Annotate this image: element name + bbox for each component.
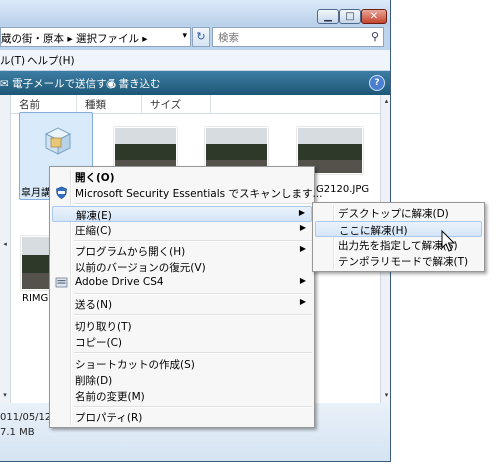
refresh-icon: ↻ xyxy=(196,30,206,43)
menu-separator xyxy=(74,314,312,316)
extract-submenu: デスクトップに解凍(D) ここに解凍(H) 出力先を指定して解凍(S) テンポラ… xyxy=(312,202,485,272)
shield-icon xyxy=(55,186,68,199)
menu-item-properties[interactable]: プロパティ(R) xyxy=(52,409,312,425)
menu-item-rename[interactable]: 名前の変更(M) xyxy=(52,388,312,404)
file-label: 皐月講 xyxy=(21,188,51,199)
menu-item-label: ショートカットの作成(S) xyxy=(75,359,195,371)
menu-item-scan[interactable]: Microsoft Security Essentials でスキャンします..… xyxy=(52,185,322,201)
menu-item-label: Microsoft Security Essentials でスキャンします..… xyxy=(75,188,323,200)
search-icon[interactable]: ⚲ xyxy=(371,30,379,43)
submenu-item-extract-temp[interactable]: テンポラリモードで解凍(T) xyxy=(315,253,482,269)
menu-item-label: Adobe Drive CS4 xyxy=(75,276,164,288)
file-label: G2120.JPG xyxy=(316,184,370,195)
email-button[interactable]: ✉ 電子メールで送信する xyxy=(0,76,117,91)
column-divider[interactable] xyxy=(141,95,142,113)
menu-item-label: テンポラリモードで解凍(T) xyxy=(338,256,469,268)
menu-item-label: デスクトップに解凍(D) xyxy=(338,208,449,220)
address-bar[interactable]: 蔵の街・原本 ▸ 選択ファイル ▸ ▾ xyxy=(0,27,191,47)
left-scrollbar[interactable]: ◂ ▾ xyxy=(0,95,11,403)
scroll-down-icon[interactable]: ▾ xyxy=(381,391,390,399)
minimize-icon: ▁ xyxy=(324,11,332,22)
maximize-button[interactable]: □ xyxy=(339,9,361,24)
refresh-button[interactable]: ↻ xyxy=(192,27,210,47)
scroll-left-icon[interactable]: ◂ xyxy=(0,240,10,248)
file-label: RIMG xyxy=(22,293,49,304)
menu-item-label: 名前の変更(M) xyxy=(75,391,145,403)
menu-item-label: プログラムから開く(H) xyxy=(75,246,186,258)
menu-item-adobe-drive[interactable]: Adobe Drive CS4 ▶ xyxy=(52,275,312,291)
menu-item-label: ここに解凍(H) xyxy=(339,225,408,237)
menu-help[interactable]: ヘルプ(H) xyxy=(27,53,75,68)
scroll-up-icon[interactable]: ▴ xyxy=(381,97,390,105)
chevron-down-icon[interactable]: ▾ xyxy=(182,31,187,41)
mouse-pointer-icon xyxy=(441,229,457,254)
column-divider[interactable] xyxy=(76,95,77,113)
photo-thumbnail[interactable] xyxy=(21,236,51,290)
menu-item-label: 削除(D) xyxy=(75,375,113,387)
menu-tools[interactable]: ル(T) xyxy=(0,53,25,68)
menu-item-label: 解凍(E) xyxy=(76,210,112,222)
file-date: 011/05/12 xyxy=(0,412,52,423)
menu-item-copy[interactable]: コピー(C) xyxy=(52,334,312,350)
submenu-arrow-icon: ▶ xyxy=(299,297,306,306)
help-icon[interactable]: ? xyxy=(369,75,385,91)
command-bar: ✉ 電子メールで送信する ◉ 書き込む ? xyxy=(0,71,390,95)
submenu-item-extract-desktop[interactable]: デスクトップに解凍(D) xyxy=(315,205,482,221)
submenu-arrow-icon: ▶ xyxy=(299,223,306,232)
menu-bar: ル(T) ヘルプ(H) xyxy=(0,50,390,71)
menu-separator xyxy=(74,406,312,408)
title-bar[interactable]: ▁ □ ✕ xyxy=(0,0,390,26)
column-size[interactable]: サイズ xyxy=(150,97,181,112)
menu-item-label: 切り取り(T) xyxy=(75,321,132,333)
column-type[interactable]: 種類 xyxy=(85,97,106,112)
search-input[interactable] xyxy=(216,30,368,46)
menu-separator xyxy=(74,240,312,242)
minimize-button[interactable]: ▁ xyxy=(317,9,339,24)
menu-item-cut[interactable]: 切り取り(T) xyxy=(52,318,312,334)
menu-item-label: プロパティ(R) xyxy=(75,412,143,424)
menu-item-compress[interactable]: 圧縮(C) ▶ xyxy=(52,222,312,238)
menu-item-create-shortcut[interactable]: ショートカットの作成(S) xyxy=(52,356,312,372)
disc-icon: ◉ xyxy=(106,78,119,90)
email-label: 電子メールで送信する xyxy=(12,78,118,90)
adobe-drive-icon xyxy=(55,276,68,289)
menu-item-open-with[interactable]: プログラムから開く(H) ▶ xyxy=(52,243,312,259)
menu-item-label: 圧縮(C) xyxy=(75,225,112,237)
menu-item-label: 送る(N) xyxy=(75,299,113,311)
close-icon: ✕ xyxy=(369,11,379,22)
menu-item-label: コピー(C) xyxy=(75,337,123,349)
menu-separator xyxy=(74,293,312,295)
file-size: 7.1 MB xyxy=(0,427,35,438)
submenu-arrow-icon: ▶ xyxy=(299,276,306,285)
menu-item-open[interactable]: 開く(O) xyxy=(52,169,312,185)
search-box[interactable]: ⚲ xyxy=(212,27,384,47)
maximize-icon: □ xyxy=(345,11,355,22)
menu-item-label: 出力先を指定して解凍(S) xyxy=(338,240,458,252)
burn-label: 書き込む xyxy=(118,78,161,90)
breadcrumb[interactable]: 蔵の街・原本 ▸ 選択ファイル ▸ xyxy=(1,31,148,46)
email-icon: ✉ xyxy=(0,78,13,90)
submenu-arrow-icon: ▶ xyxy=(298,208,305,217)
menu-item-label: 以前のバージョンの復元(V) xyxy=(75,262,206,274)
context-menu: 開く(O) Microsoft Security Essentials でスキャ… xyxy=(49,166,322,428)
column-divider[interactable] xyxy=(210,95,211,113)
archive-icon xyxy=(42,124,74,156)
scroll-down-icon[interactable]: ▾ xyxy=(0,391,10,399)
close-button[interactable]: ✕ xyxy=(361,9,387,24)
menu-item-extract[interactable]: 解凍(E) ▶ xyxy=(52,206,312,222)
burn-button[interactable]: ◉ 書き込む xyxy=(106,76,161,91)
submenu-arrow-icon: ▶ xyxy=(299,244,306,253)
menu-item-label: 開く(O) xyxy=(75,172,115,184)
menu-separator xyxy=(74,352,312,354)
menu-item-restore[interactable]: 以前のバージョンの復元(V) xyxy=(52,259,312,275)
menu-item-delete[interactable]: 削除(D) xyxy=(52,372,312,388)
column-name[interactable]: 名前 xyxy=(19,97,40,112)
menu-separator xyxy=(74,203,312,205)
menu-item-send-to[interactable]: 送る(N) ▶ xyxy=(52,296,312,312)
